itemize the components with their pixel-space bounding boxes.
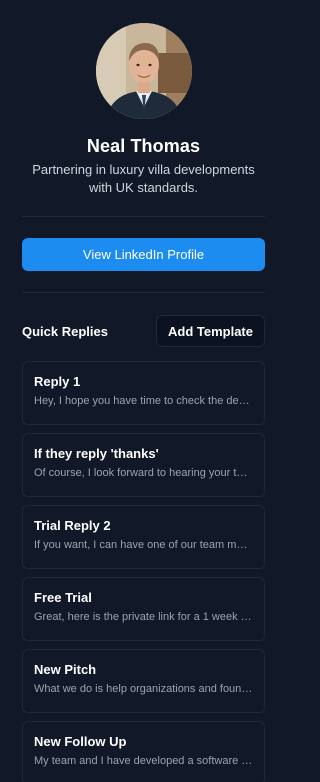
quick-reply-card[interactable]: New Follow Up My team and I have develop… <box>22 721 265 782</box>
quick-reply-title: Trial Reply 2 <box>34 518 111 533</box>
profile-tagline: Partnering in luxury villa developments … <box>32 162 255 195</box>
divider <box>22 292 265 293</box>
avatar <box>95 23 192 119</box>
quick-reply-title: If they reply 'thanks' <box>34 446 159 461</box>
avatar-container <box>22 0 265 119</box>
quick-reply-card[interactable]: Trial Reply 2 If you want, I can have on… <box>22 505 265 569</box>
quick-replies-title: Quick Replies <box>22 323 108 339</box>
quick-reply-title: New Pitch <box>34 662 97 677</box>
profile-panel: Neal Thomas Partnering in luxury villa d… <box>0 0 287 782</box>
quick-reply-preview: Hey, I hope you have time to check the d… <box>34 395 253 407</box>
divider <box>22 216 265 217</box>
avatar-photo <box>95 23 192 119</box>
quick-reply-preview: What we do is help organizations and fou… <box>34 683 253 695</box>
view-linkedin-profile-button[interactable]: View LinkedIn Profile <box>22 238 265 271</box>
add-template-button[interactable]: Add Template <box>156 315 265 347</box>
quick-reply-card[interactable]: If they reply 'thanks' Of course, I look… <box>22 433 265 497</box>
quick-reply-card[interactable]: Reply 1 Hey, I hope you have time to che… <box>22 361 265 425</box>
quick-reply-preview: Great, here is the private link for a 1 … <box>34 611 253 623</box>
quick-reply-card[interactable]: New Pitch What we do is help organizatio… <box>22 649 265 713</box>
quick-reply-preview: Of course, I look forward to hearing you… <box>34 467 253 479</box>
quick-reply-card[interactable]: Free Trial Great, here is the private li… <box>22 577 265 641</box>
profile-name: Neal Thomas <box>86 136 201 156</box>
quick-reply-title: Free Trial <box>34 590 92 605</box>
quick-reply-title: New Follow Up <box>34 734 127 749</box>
quick-reply-title: Reply 1 <box>34 374 81 389</box>
quick-reply-preview: My team and I have developed a software … <box>34 755 253 767</box>
quick-reply-preview: If you want, I can have one of our team … <box>34 539 253 551</box>
quick-replies-header: Quick Replies Add Template <box>22 315 265 347</box>
quick-replies-list: Reply 1 Hey, I hope you have time to che… <box>22 361 265 782</box>
